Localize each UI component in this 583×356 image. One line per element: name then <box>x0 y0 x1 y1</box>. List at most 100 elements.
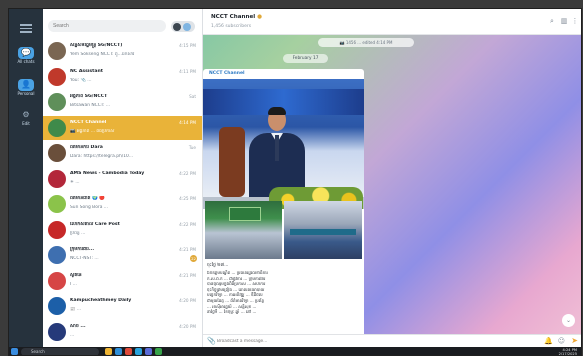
chat-row[interactable]: ក្រុមការងារ... NCCT-NST: ... 4:21 PM 22 <box>43 243 202 267</box>
post-text-line: បច្ចេកវិទ្យា ... ការអភិវឌ្ឍ ... ឌីជីថល <box>207 292 263 298</box>
explorer-icon[interactable] <box>105 348 112 355</box>
chat-name: លោកសំគាល់ Care Post <box>70 221 120 227</box>
folder-label: Edit <box>22 121 30 126</box>
avatar <box>48 246 66 264</box>
search-icon[interactable]: ⌕ <box>547 16 557 26</box>
chat-row[interactable]: សន្និសីទរដ្ឋមន្ត្រី SG/NCCT) Yem Sokseng … <box>43 39 202 63</box>
previous-message-stub[interactable]: 📷 1456 ... edited 4:14 PM <box>318 38 414 47</box>
chat-preview: You: 📎 ... <box>70 77 92 83</box>
chat-preview: 📷 អង្គភាព ... ពិធីប្រកាស <box>70 128 115 134</box>
post-text-line: បានចូលរួមក្នុងពិធីប្រកាស ... សហការ <box>207 281 266 287</box>
folder-edit[interactable]: ⚙ Edit <box>9 109 43 126</box>
chat-row[interactable]: អង្គភាព SG/NCCT Bitsawan NCCT: ... Sat <box>43 90 202 114</box>
chat-row[interactable]: Kampucheathmey Daily 📰 ... 4:20 PM <box>43 294 202 318</box>
post-text-line: ជាមួយដៃគូ ... ព័ត៌មានវិទ្យា ... ប្រព័ន្ធ <box>207 298 264 303</box>
chat-name: ស្ថិតិនៃ <box>70 272 82 278</box>
scroll-down-icon[interactable]: ⌄ <box>562 314 575 327</box>
verified-icon: ● <box>257 14 263 20</box>
post-date-line: ចុះថ្ងៃ ២៧... <box>207 263 229 268</box>
system-clock[interactable]: 4:24 PM 2/17/2025 <box>558 348 577 356</box>
chat-name: ព័ត៌មានការ Dara <box>70 145 103 150</box>
dark-mode-toggle[interactable] <box>171 21 195 32</box>
app-icon[interactable] <box>155 348 162 355</box>
sidebar-toggle-icon[interactable]: ▥ <box>559 16 569 26</box>
post-photo-left[interactable] <box>205 201 282 259</box>
emoji-icon[interactable]: ☺ <box>558 337 565 345</box>
speaker-figure <box>241 105 313 199</box>
avatar <box>48 67 66 86</box>
app-icon[interactable] <box>145 348 152 355</box>
chat-name: NCCT Channel <box>70 119 107 125</box>
chat-preview: Bitsawan NCCT: ... <box>70 103 111 108</box>
avatar <box>48 322 66 341</box>
chat-time: 4:22 PM <box>179 170 196 176</box>
post-text-line: ឯកឧត្តមបណ្ឌិត ... ប្រធានរដ្ឋលេខាធិការ <box>207 270 268 275</box>
chat-row[interactable]: ព័ត៌មានជាតិ 🌍 🔴 Sun Song Bora ... 4:25 PM <box>43 192 202 216</box>
avatar <box>48 195 66 213</box>
chat-preview: ... <box>70 332 75 338</box>
post-text-line: ក.ស.ព.ក ... ជាផ្លូវការ ... ក្រុមការងារ <box>207 275 266 281</box>
message-input[interactable] <box>217 337 417 346</box>
chat-row[interactable]: លោកសំគាល់ Care Post ប្រព័ន្ធ ... 4:22 PM <box>43 218 202 242</box>
chat-row[interactable]: សាច់ ...... 4:20 PM <box>43 320 202 344</box>
chat-row[interactable]: AMS News - Cambodia Today ☀ ... 4:22 PM <box>43 167 202 191</box>
chat-row[interactable]: ស្ថិតិនៃ Ⅰ ... 4:21 PM <box>43 269 202 293</box>
chat-preview: ប្រព័ន្ធ ... <box>70 230 86 236</box>
chats-icon: 💬 <box>18 47 34 59</box>
chat-time: 4:20 PM <box>179 298 196 303</box>
post-photo-main[interactable] <box>203 79 364 209</box>
chat-preview: Sun Song Bora ... <box>70 205 108 210</box>
avatar <box>48 144 66 162</box>
telegram-taskbar-icon[interactable] <box>135 348 142 355</box>
chat-name: អង្គភាព SG/NCCT <box>70 94 108 99</box>
menu-icon[interactable] <box>20 24 32 33</box>
chat-row[interactable]: NCCT Channel 📷 អង្គភាព ... ពិធីប្រកាស 4:14… <box>43 115 202 140</box>
chat-name: សន្និសីទរដ្ឋមន្ត្រី SG/NCCT) <box>70 43 123 48</box>
chat-name: NC Assistant <box>70 68 103 74</box>
bell-icon[interactable]: 🔔 <box>544 337 553 345</box>
start-icon[interactable] <box>11 348 18 355</box>
chat-time: 4:21 PM <box>179 272 196 278</box>
channel-post[interactable]: NCCT Channel ចុះថ្ងៃ ២៧... ឯកឧត្តមបណ្ឌិត… <box>203 69 364 347</box>
app-icon[interactable] <box>125 348 132 355</box>
conversation-pane: NCCT Channel ● 1,456 subscribers ⌕ ▥ ⋮ 📷… <box>203 9 581 347</box>
chat-row[interactable]: NC Assistant You: 📎 ... 4:11 PM <box>43 65 202 89</box>
chat-preview: Yem Sokseng NCCT: ពួ...ឯកសារ <box>70 52 135 57</box>
chat-name: សាច់ ... <box>70 323 86 329</box>
chat-name: ក្រុមការងារ... <box>70 247 95 252</box>
paperclip-icon[interactable]: 📎 <box>207 337 216 345</box>
chat-preview: Dara: https://telegra.ph/10... <box>70 154 134 159</box>
clock-date: 2/17/2025 <box>558 352 577 356</box>
more-icon[interactable]: ⋮ <box>570 16 580 26</box>
sliders-icon: ⚙ <box>22 110 30 119</box>
avatar <box>48 42 66 60</box>
chat-header: NCCT Channel ● 1,456 subscribers ⌕ ▥ ⋮ <box>203 9 581 35</box>
post-photo-right[interactable] <box>284 201 362 259</box>
chat-row[interactable]: ព័ត៌មានការ Dara Dara: https://telegra.ph/… <box>43 141 202 165</box>
chat-time: 4:25 PM <box>179 196 196 201</box>
unread-badge: 22 <box>190 255 197 262</box>
windows-taskbar: Search 4:24 PM 2/17/2025 <box>9 347 581 356</box>
chat-time: 4:20 PM <box>179 323 196 329</box>
post-text-line: ចុះកិច្ចព្រមព្រៀង ... គោលនយោបាយ <box>207 286 265 292</box>
chat-preview: 📰 ... <box>70 307 82 312</box>
chat-time: 4:14 PM <box>179 119 196 125</box>
composer-bar: 📎 🔔 ☺ ➤ <box>203 334 581 347</box>
chat-name: ព័ត៌មានជាតិ 🌍 🔴 <box>70 196 106 201</box>
chat-time: 4:22 PM <box>179 221 196 227</box>
folder-all-chats[interactable]: 💬 All chats <box>9 47 43 64</box>
chat-name: AMS News - Cambodia Today <box>70 170 145 176</box>
taskbar-search[interactable]: Search <box>21 348 99 355</box>
search-input[interactable] <box>48 20 166 32</box>
send-icon[interactable]: ➤ <box>571 336 578 345</box>
avatar <box>48 220 66 239</box>
avatar <box>48 169 66 188</box>
browser-icon[interactable] <box>115 348 122 355</box>
chat-time: Sat <box>189 94 196 99</box>
channel-title[interactable]: NCCT Channel ● <box>211 14 262 20</box>
person-icon: 👤 <box>18 79 34 91</box>
telegram-window: 💬 All chats 👤 Personal ⚙ Edit សន្និសីទរដ… <box>8 8 582 356</box>
folder-personal[interactable]: 👤 Personal <box>9 79 43 96</box>
chat-time: Tue <box>188 145 196 150</box>
channel-title-text: NCCT Channel <box>211 14 256 20</box>
